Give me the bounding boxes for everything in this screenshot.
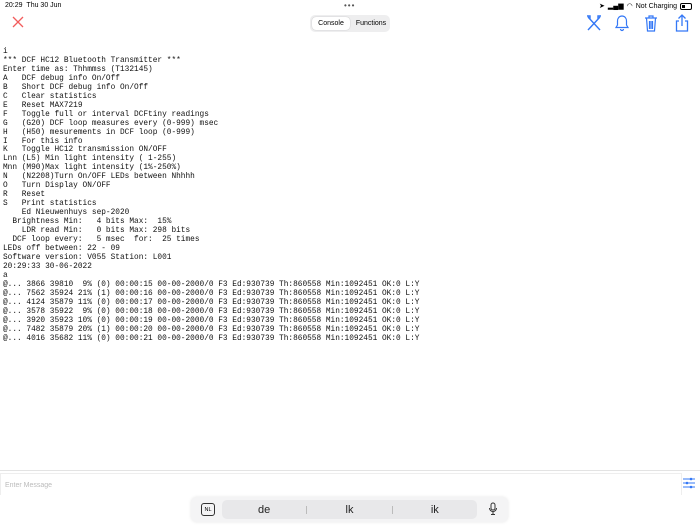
message-input[interactable] — [1, 475, 681, 496]
console-line: @... 7562 35924 21% (1) 00:00:16 00-00-2… — [3, 289, 420, 298]
console-line: @... 4016 35682 11% (0) 00:00:21 00-00-2… — [3, 334, 420, 343]
console-line: LEDs off between: 22 - 09 — [3, 244, 120, 253]
view-segmented-control: Console Functions — [310, 15, 390, 32]
console-line: Enter time as: Thhmmss (T132145) — [3, 65, 153, 74]
console-line: K Toggle HC12 transmission ON/OFF — [3, 146, 167, 155]
console-line: Mnn (M90)Max light intensity (1%-250%) — [3, 164, 181, 173]
console-line: F Toggle full or interval DCFtiny readin… — [3, 110, 209, 119]
clear-button[interactable] — [642, 13, 660, 33]
suggestion-1[interactable]: de — [222, 504, 306, 516]
battery-icon — [680, 2, 692, 10]
status-right: ➤ ▂▄▆ ◠ Not Charging — [599, 2, 692, 10]
console-line: i — [3, 48, 8, 56]
console-line: R Reset — [3, 191, 46, 200]
date-text: Thu 30 Jun — [26, 2, 62, 9]
close-button[interactable] — [11, 15, 25, 29]
bell-icon — [614, 15, 630, 32]
console-output: i *** DCF HC12 Bluetooth Transmitter *** E… — [3, 48, 419, 343]
location-icon: ➤ — [599, 3, 605, 10]
dictation-button[interactable] — [488, 502, 498, 516]
console-line: @... 4124 35879 11% (0) 00:00:17 00-00-2… — [3, 298, 420, 307]
console-line: O Turn Display ON/OFF — [3, 182, 111, 191]
wifi-icon: ◠ — [626, 3, 633, 10]
microphone-icon — [489, 502, 497, 515]
battery-status-text: Not Charging — [635, 2, 677, 10]
console-line: C Clear statistics — [3, 92, 97, 101]
console-line: Software version: V055 Station: L001 — [3, 253, 172, 262]
console-line: a — [3, 271, 8, 280]
trash-icon — [645, 15, 657, 32]
close-icon — [12, 16, 24, 28]
sliders-icon — [683, 477, 695, 489]
tab-console[interactable]: Console — [312, 17, 350, 30]
share-button[interactable] — [673, 13, 691, 33]
console-line: @... 3578 35922 9% (0) 00:00:18 00-00-20… — [3, 307, 420, 316]
suggestions: de lk ik — [222, 500, 477, 519]
status-bar: 20:29 Thu 30 Jun ••• ➤ ▂▄▆ ◠ Not Chargin… — [0, 0, 700, 12]
console-line: A DCF debug info On/Off — [3, 74, 120, 83]
signal-icon: ▂▄▆ — [607, 3, 624, 10]
divider — [0, 470, 700, 471]
console-line: Brightness Min: 4 bits Max: 15% — [3, 218, 172, 227]
share-icon — [675, 14, 689, 32]
console-line: @... 3920 35923 10% (0) 00:00:19 00-00-2… — [3, 316, 420, 325]
console-line: S Print statistics — [3, 200, 97, 209]
console-line: DCF loop every: 5 msec for: 25 times — [3, 236, 200, 245]
console-line: LDR read Min: 0 bits Max: 298 bits — [3, 227, 191, 236]
console-line: I For this info — [3, 137, 83, 146]
time-text: 20:29 — [5, 2, 23, 9]
console-line: E Reset MAX7219 — [3, 101, 83, 110]
status-time: 20:29 Thu 30 Jun — [5, 2, 61, 9]
console-line: B Short DCF debug info On/Off — [3, 83, 149, 92]
console-line: Lnn (L5) Min light intensity ( 1-255) — [3, 155, 177, 164]
suggestion-2[interactable]: lk — [307, 504, 391, 516]
disconnect-button[interactable] — [585, 13, 603, 33]
console-line: G (G20) DCF loop measures every (0-999) … — [3, 119, 219, 128]
console-line: 20:29:33 30-06-2022 — [3, 262, 92, 271]
notifications-button[interactable] — [613, 13, 631, 33]
multitask-dots[interactable]: ••• — [344, 1, 355, 10]
language-button[interactable]: NL — [201, 503, 215, 516]
tab-functions[interactable]: Functions — [352, 15, 390, 32]
suggestion-3[interactable]: ik — [393, 504, 477, 516]
console-line: N (N2208)Turn On/OFF LEDs between Nhhhh — [3, 173, 195, 182]
console-line: H (H50) mesurements in DCF loop (0-999) — [3, 128, 195, 137]
disconnect-tools-icon — [587, 15, 601, 31]
line-ending-settings-button[interactable] — [682, 476, 696, 490]
console-line: @... 7482 35879 20% (1) 00:00:20 00-00-2… — [3, 325, 420, 334]
console-line: @... 3866 39810 9% (0) 00:00:15 00-00-20… — [3, 280, 420, 289]
console-line: *** DCF HC12 Bluetooth Transmitter *** — [3, 56, 181, 65]
console-line: Ed Nieuwenhuys sep-2020 — [3, 209, 130, 218]
message-field[interactable] — [0, 473, 682, 496]
keyboard-suggestion-bar: NL de lk ik — [191, 497, 508, 522]
